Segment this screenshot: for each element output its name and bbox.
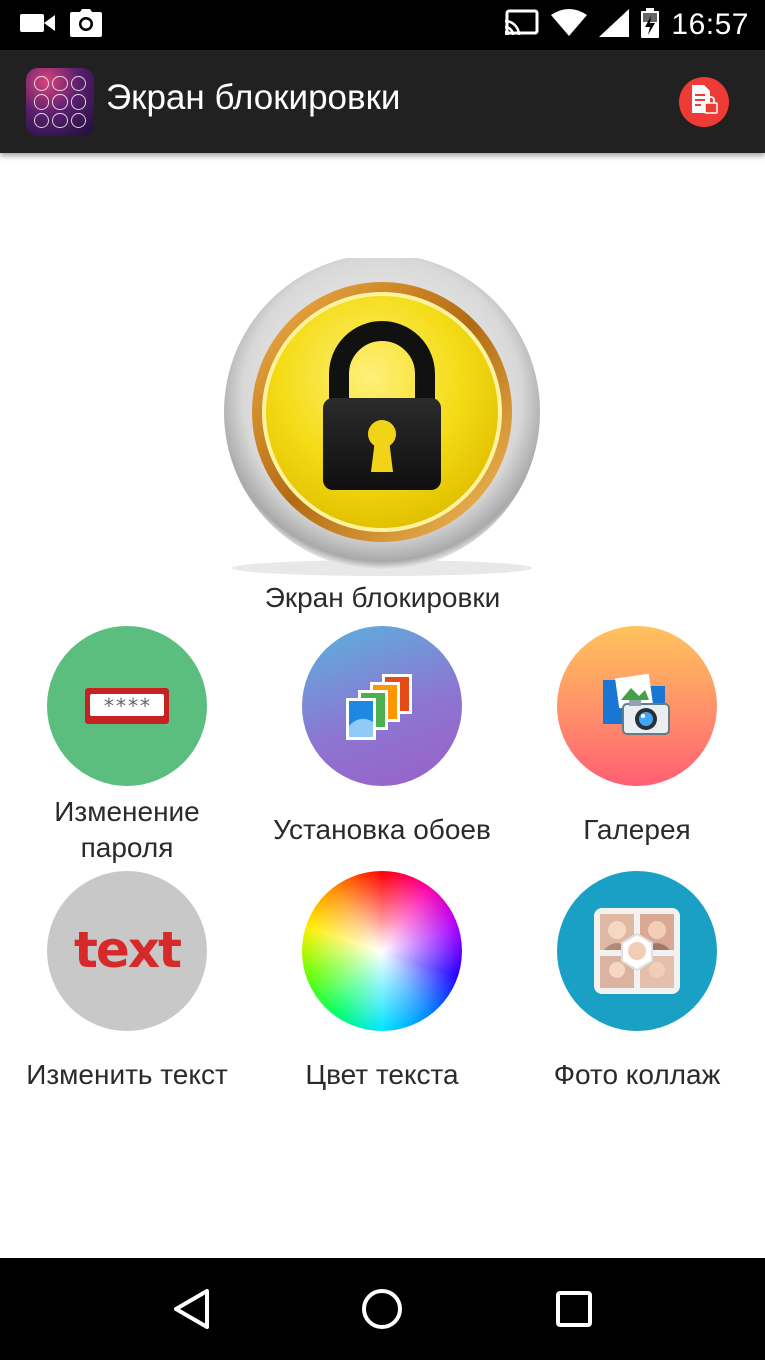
text-icon: text — [47, 871, 207, 1031]
tile-photo-collage-label: Фото коллаж — [553, 1059, 721, 1090]
tile-gallery-label: Галерея — [583, 814, 691, 845]
toolbar-title: Экран блокировки — [106, 78, 401, 117]
locked-document-icon — [690, 84, 718, 120]
tile-text-color-label: Цвет текста — [305, 1059, 459, 1090]
battery-charging-icon — [641, 7, 660, 43]
back-button[interactable] — [160, 1278, 222, 1340]
wallpapers-icon — [302, 626, 462, 786]
password-field-icon: **** — [47, 626, 207, 786]
home-icon — [362, 1289, 402, 1329]
status-time: 16:57 — [671, 8, 749, 41]
locked-document-button[interactable] — [679, 77, 729, 127]
camera-icon — [70, 8, 102, 42]
recents-icon — [556, 1291, 592, 1327]
navigation-bar — [0, 1258, 765, 1360]
tile-change-password-label: Изменение пароля — [54, 796, 200, 863]
signal-icon — [599, 8, 630, 42]
photo-collage-icon — [557, 871, 717, 1031]
tile-change-text-label: Изменить текст — [26, 1059, 228, 1090]
back-icon — [174, 1289, 209, 1329]
tile-set-wallpaper-label: Установка обоев — [273, 814, 491, 845]
toolbar: Экран блокировки — [0, 50, 765, 153]
wifi-icon — [551, 8, 588, 42]
padlock-icon — [224, 254, 540, 576]
keypad-lock-app-icon — [26, 68, 94, 136]
svg-text:text: text — [74, 921, 181, 979]
svg-text:****: **** — [103, 694, 151, 718]
color-wheel-icon — [302, 871, 462, 1031]
recents-button[interactable] — [543, 1278, 605, 1340]
gallery-camera-icon — [557, 626, 717, 786]
screen: 16:57 Экран блокировки Экран блокировки … — [0, 0, 765, 1360]
videocam-icon — [20, 11, 56, 40]
home-button[interactable] — [351, 1278, 413, 1340]
status-right: 16:57 — [503, 6, 749, 44]
cast-icon — [503, 9, 539, 42]
lock-screen-label: Экран блокировки — [264, 582, 501, 613]
status-left — [20, 8, 102, 42]
lock-screen-button[interactable] — [221, 254, 543, 580]
status-bar: 16:57 — [0, 0, 765, 50]
